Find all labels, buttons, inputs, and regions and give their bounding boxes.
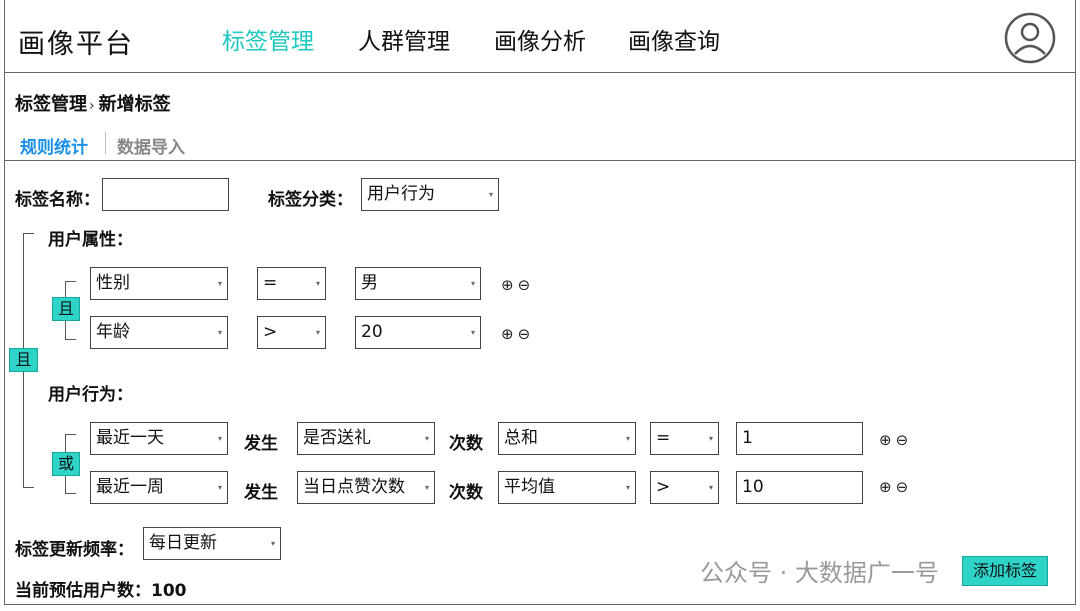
breadcrumb: 标签管理 › 新增标签 bbox=[15, 90, 171, 116]
update-frequency-select[interactable]: 每日更新 ▾ bbox=[143, 527, 281, 560]
chevron-down-icon: ▾ bbox=[625, 483, 630, 492]
chevron-down-icon: ▾ bbox=[708, 483, 713, 492]
attr-field-select[interactable]: 性别 ▾ bbox=[90, 267, 228, 300]
user-attr-title: 用户属性： bbox=[48, 230, 133, 250]
attr-value-select[interactable]: 男 ▾ bbox=[355, 267, 481, 300]
attr-logic-badge[interactable]: 且 bbox=[52, 297, 80, 321]
nav-profile-analysis[interactable]: 画像分析 bbox=[494, 22, 586, 56]
tag-category-value: 用户行为 bbox=[367, 184, 435, 204]
nav-profile-query[interactable]: 画像查询 bbox=[628, 22, 720, 56]
behavior-agg-value: 平均值 bbox=[504, 477, 555, 497]
breadcrumb-current: 新增标签 bbox=[98, 94, 171, 115]
add-condition-icon[interactable]: ⊕ bbox=[501, 325, 518, 343]
chevron-down-icon: ▾ bbox=[217, 434, 222, 443]
attr-op-value: = bbox=[263, 273, 278, 293]
estimate-value: 100 bbox=[151, 581, 187, 601]
chevron-down-icon: ▾ bbox=[470, 328, 475, 337]
add-condition-icon[interactable]: ⊕ bbox=[879, 478, 896, 496]
attr-value-select[interactable]: 20 ▾ bbox=[355, 316, 481, 349]
attr-op-select[interactable]: > ▾ bbox=[257, 316, 326, 349]
chevron-down-icon: ▾ bbox=[708, 434, 713, 443]
tabs-divider bbox=[4, 160, 1076, 161]
behavior-op-value: > bbox=[656, 477, 671, 497]
chevron-down-icon: ▾ bbox=[217, 279, 222, 288]
watermark: 公众号 · 大数据广一号 bbox=[700, 559, 939, 587]
attr-field-value: 性别 bbox=[96, 273, 130, 293]
chevron-down-icon: ▾ bbox=[625, 434, 630, 443]
tab-data-import[interactable]: 数据导入 bbox=[117, 133, 185, 158]
breadcrumb-parent[interactable]: 标签管理 bbox=[15, 94, 87, 115]
attr-field-value: 年龄 bbox=[96, 322, 130, 342]
attr-field-select[interactable]: 年龄 ▾ bbox=[90, 316, 228, 349]
chevron-down-icon: ▾ bbox=[270, 539, 275, 548]
behavior-value-input[interactable]: 1 bbox=[736, 422, 863, 455]
behavior-action-select[interactable]: 是否送礼 ▾ bbox=[297, 422, 435, 455]
attr-value: 20 bbox=[361, 322, 383, 342]
happen-label: 发生 bbox=[244, 483, 278, 503]
tab-divider bbox=[105, 132, 106, 154]
update-frequency-value: 每日更新 bbox=[149, 533, 217, 553]
remove-condition-icon[interactable]: ⊖ bbox=[518, 325, 535, 343]
tag-name-label: 标签名称： bbox=[15, 190, 100, 210]
behavior-bracket-top bbox=[65, 434, 76, 435]
behavior-agg-select[interactable]: 总和 ▾ bbox=[498, 422, 636, 455]
update-frequency-label: 标签更新频率： bbox=[15, 540, 134, 560]
behavior-op-value: = bbox=[656, 428, 671, 448]
count-label: 次数 bbox=[449, 434, 483, 454]
add-condition-icon[interactable]: ⊕ bbox=[879, 431, 896, 449]
chevron-down-icon: ▾ bbox=[470, 279, 475, 288]
behavior-period-value: 最近一天 bbox=[96, 428, 164, 448]
behavior-op-select[interactable]: > ▾ bbox=[650, 471, 719, 504]
add-tag-button[interactable]: 添加标签 bbox=[962, 556, 1048, 586]
root-bracket-bottom bbox=[23, 487, 34, 488]
remove-condition-icon[interactable]: ⊖ bbox=[518, 276, 535, 294]
behavior-period-select[interactable]: 最近一周 ▾ bbox=[90, 471, 228, 504]
tab-rule-statistics[interactable]: 规则统计 bbox=[20, 133, 88, 158]
behavior-period-value: 最近一周 bbox=[96, 477, 164, 497]
chevron-down-icon: ▾ bbox=[424, 483, 429, 492]
behavior-action-value: 当日点赞次数 bbox=[303, 477, 405, 497]
chevron-down-icon: ▾ bbox=[315, 328, 320, 337]
chevron-down-icon: ▾ bbox=[488, 190, 493, 199]
behavior-action-value: 是否送礼 bbox=[303, 428, 371, 448]
tag-category-label: 标签分类： bbox=[268, 190, 353, 210]
behavior-agg-select[interactable]: 平均值 ▾ bbox=[498, 471, 636, 504]
tag-category-select[interactable]: 用户行为 ▾ bbox=[361, 178, 499, 211]
happen-label: 发生 bbox=[244, 434, 278, 454]
attr-op-select[interactable]: = ▾ bbox=[257, 267, 326, 300]
chevron-down-icon: ▾ bbox=[315, 279, 320, 288]
estimate-line: 当前预估用户数：100 bbox=[15, 576, 187, 601]
attr-value: 男 bbox=[361, 273, 378, 293]
user-behavior-title: 用户行为： bbox=[48, 385, 133, 405]
remove-condition-icon[interactable]: ⊖ bbox=[896, 478, 913, 496]
behavior-logic-badge[interactable]: 或 bbox=[52, 452, 80, 476]
behavior-op-select[interactable]: = ▾ bbox=[650, 422, 719, 455]
breadcrumb-separator: › bbox=[89, 98, 95, 114]
remove-condition-icon[interactable]: ⊖ bbox=[896, 431, 913, 449]
chevron-down-icon: ▾ bbox=[217, 483, 222, 492]
behavior-period-select[interactable]: 最近一天 ▾ bbox=[90, 422, 228, 455]
behavior-agg-value: 总和 bbox=[504, 428, 538, 448]
chevron-down-icon: ▾ bbox=[424, 434, 429, 443]
behavior-value-input[interactable]: 10 bbox=[736, 471, 863, 504]
tag-name-input[interactable] bbox=[102, 178, 229, 211]
nav-tag-management[interactable]: 标签管理 bbox=[222, 22, 314, 56]
estimate-label: 当前预估用户数： bbox=[15, 581, 151, 601]
header-divider bbox=[4, 72, 1076, 73]
root-logic-badge[interactable]: 且 bbox=[9, 348, 38, 372]
user-avatar-icon[interactable] bbox=[1004, 12, 1056, 64]
attr-op-value: > bbox=[263, 322, 278, 342]
chevron-down-icon: ▾ bbox=[217, 328, 222, 337]
app-logo: 画像平台 bbox=[18, 29, 134, 60]
nav-crowd-management[interactable]: 人群管理 bbox=[358, 22, 450, 56]
attr-bracket-bottom bbox=[65, 339, 76, 340]
attr-bracket-top bbox=[65, 281, 76, 282]
count-label: 次数 bbox=[449, 483, 483, 503]
add-condition-icon[interactable]: ⊕ bbox=[501, 276, 518, 294]
root-bracket-top bbox=[23, 233, 34, 234]
behavior-bracket-bottom bbox=[65, 493, 76, 494]
behavior-action-select[interactable]: 当日点赞次数 ▾ bbox=[297, 471, 435, 504]
